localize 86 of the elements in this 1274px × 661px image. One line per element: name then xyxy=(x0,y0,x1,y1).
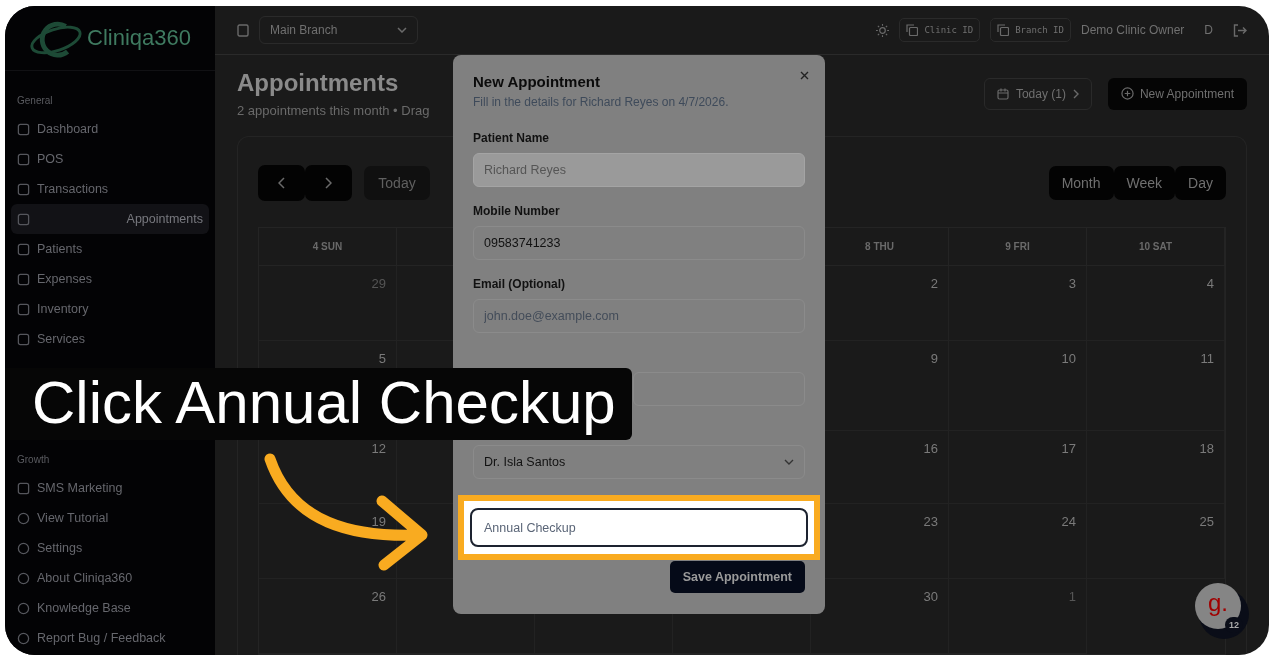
day-number: 10 xyxy=(1061,351,1076,366)
time-field[interactable] xyxy=(633,372,805,406)
sidebar-item[interactable]: SMS Marketing xyxy=(11,473,209,503)
sidebar-item[interactable]: View Tutorial xyxy=(11,503,209,533)
copy-clinic-id-button[interactable]: Clinic ID xyxy=(899,18,981,42)
view-tab[interactable]: Month xyxy=(1048,166,1114,200)
sidebar-item[interactable]: Knowledge Base xyxy=(11,593,209,623)
sidebar-item[interactable]: About Cliniqa360 xyxy=(11,563,209,593)
day-number: 12 xyxy=(371,441,386,456)
day-cell[interactable]: 11 xyxy=(1087,341,1225,431)
day-number: 4 xyxy=(1206,276,1214,291)
day-cell[interactable]: 10 xyxy=(949,341,1087,431)
chevron-down-icon xyxy=(397,27,408,33)
dialog-title: New Appointment xyxy=(473,73,601,90)
sidebar-item[interactable]: Appointments xyxy=(11,204,209,234)
day-number: 23 xyxy=(923,514,938,529)
chevron-down-icon xyxy=(784,459,794,465)
plus-circle-icon xyxy=(1120,87,1134,100)
close-icon[interactable] xyxy=(798,69,811,82)
weekday-header: 9 FRI xyxy=(949,228,1087,266)
day-cell[interactable]: 24 xyxy=(949,504,1087,579)
view-tab[interactable]: Day xyxy=(1175,166,1226,200)
view-tab[interactable]: Week xyxy=(1113,166,1176,200)
new-appointment-button[interactable]: New Appointment xyxy=(1107,77,1247,110)
section-title: General xyxy=(16,95,54,108)
chevron-right-icon xyxy=(1072,88,1079,99)
day-number: 25 xyxy=(1199,514,1214,529)
save-appointment-button[interactable]: Save Appointment xyxy=(669,561,805,593)
day-number: 26 xyxy=(371,589,386,604)
sidebar-item[interactable]: Report Bug / Feedback xyxy=(11,623,209,653)
page-title: Appointments xyxy=(237,69,399,97)
day-number: 24 xyxy=(1061,514,1076,529)
copy-icon xyxy=(906,24,919,36)
sidebar-item[interactable]: Expenses xyxy=(11,264,209,294)
today-button[interactable]: Today xyxy=(364,166,430,200)
sidebar-item[interactable]: Settings xyxy=(11,533,209,563)
section-title: Growth xyxy=(16,454,51,467)
day-number: 16 xyxy=(923,441,938,456)
sidebar-item[interactable]: Patients xyxy=(11,234,209,264)
day-cell[interactable]: 18 xyxy=(1087,431,1225,504)
day-cell[interactable]: 17 xyxy=(949,431,1087,504)
day-cell[interactable]: 25 xyxy=(1087,504,1225,579)
day-number: 5 xyxy=(378,351,386,366)
chevron-right-icon xyxy=(325,177,332,189)
day-number: 11 xyxy=(1200,351,1214,366)
field-label: Email (Optional) xyxy=(473,277,566,291)
day-number: 19 xyxy=(371,514,386,529)
user-name: Demo Clinic Owner xyxy=(1080,23,1185,37)
sidebar-item[interactable]: POS xyxy=(11,144,209,174)
sidebar-item[interactable]: Inventory xyxy=(11,294,209,324)
day-cell[interactable]: 3 xyxy=(949,266,1087,341)
input-field[interactable]: 09583741233 xyxy=(473,226,805,260)
day-number: 3 xyxy=(1068,276,1076,291)
sidebar-item[interactable]: Services xyxy=(11,324,209,354)
day-cell[interactable]: 19 xyxy=(259,504,397,579)
day-number: 2 xyxy=(930,276,938,291)
user-avatar[interactable]: D xyxy=(1194,23,1223,37)
day-cell[interactable]: 1 xyxy=(949,579,1087,654)
sidebar-item[interactable]: Transactions xyxy=(11,174,209,204)
day-cell[interactable]: 29 xyxy=(259,266,397,341)
page-subtitle: 2 appointments this month • Drag xyxy=(237,103,430,118)
reason-field[interactable]: Annual Checkup xyxy=(470,508,808,547)
day-number: 1 xyxy=(1068,589,1076,604)
field-label: Mobile Number xyxy=(473,204,561,218)
day-number: 30 xyxy=(923,589,938,604)
day-cell[interactable]: 4 xyxy=(1087,266,1225,341)
weekday-header: 10 SAT xyxy=(1087,228,1225,266)
branch-select[interactable]: Main Branch xyxy=(259,16,419,44)
day-number: 17 xyxy=(1061,441,1076,456)
day-number: 9 xyxy=(930,351,938,366)
sun-icon[interactable] xyxy=(876,23,890,37)
day-cell[interactable]: 26 xyxy=(259,579,397,654)
weekday-header: 4 SUN xyxy=(259,228,397,266)
doctor-select[interactable]: Dr. Isla Santos xyxy=(473,445,805,479)
today-button[interactable]: Today (1) xyxy=(983,77,1092,110)
logout-icon[interactable] xyxy=(1233,23,1247,37)
input-field[interactable]: john.doe@example.com xyxy=(473,299,805,333)
copy-icon xyxy=(997,24,1010,36)
day-number: 18 xyxy=(1199,441,1214,456)
chevron-left-icon xyxy=(278,177,285,189)
day-number: 29 xyxy=(371,276,386,291)
sidebar-item[interactable]: Dashboard xyxy=(11,114,209,144)
logo-text: Cliniqa360 xyxy=(87,25,191,51)
field-label: Patient Name xyxy=(473,131,551,145)
dialog-subtitle: Fill in the details for Richard Reyes on 4/7/2026. xyxy=(473,95,730,109)
copy-branch-id-button[interactable]: Branch ID xyxy=(990,18,1071,42)
